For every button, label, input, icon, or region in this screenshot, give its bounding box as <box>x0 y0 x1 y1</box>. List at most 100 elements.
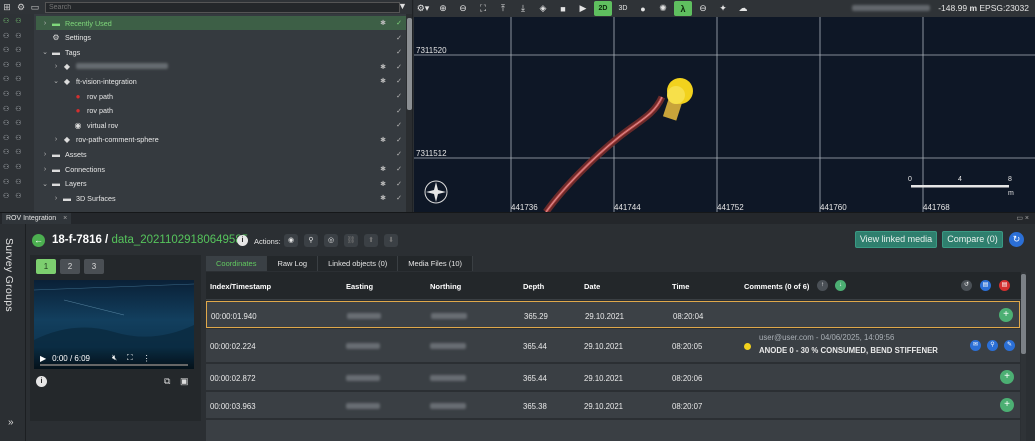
tree-row[interactable]: ◉ virtual rov ✓ <box>36 118 406 132</box>
chevron-icon[interactable]: › <box>40 151 50 158</box>
checkbox-icon[interactable]: ✓ <box>396 165 402 173</box>
tree-row[interactable]: ⌄ ▬ Tags ✓ <box>36 45 406 59</box>
close-icon[interactable]: × <box>63 215 67 222</box>
comment-reply-icon[interactable]: ✉ <box>970 340 981 351</box>
visibility-icon[interactable]: ⚇ ⚇ <box>3 105 33 115</box>
chevron-icon[interactable]: › <box>40 166 50 173</box>
zoom-in-icon[interactable]: ⊕ <box>434 1 452 16</box>
tab-linked-objects[interactable]: Linked objects (0) <box>318 256 399 271</box>
tree-row[interactable]: ⌄ ◆ ft-vision-integration ✱ ✓ <box>36 74 406 88</box>
tab-coordinates[interactable]: Coordinates <box>206 256 268 271</box>
add-comment-button[interactable]: + <box>1000 370 1014 384</box>
tree-scrollbar[interactable] <box>406 14 412 212</box>
survey-groups-sidebar[interactable]: Survey Groups » <box>0 224 26 441</box>
map-canvas[interactable]: 7311520 7311512 441736 441744 441752 441… <box>414 17 1035 212</box>
tab-media-files[interactable]: Media Files (10) <box>398 256 474 271</box>
search-input[interactable] <box>45 1 400 13</box>
add-comment-button[interactable]: + <box>999 308 1013 322</box>
video-tab-2[interactable]: 2 <box>60 259 80 274</box>
col-depth[interactable]: Depth <box>523 282 544 291</box>
layers-tree-icon[interactable]: ⊞ <box>0 0 14 14</box>
pin-icon[interactable]: ✱ <box>380 63 386 71</box>
tree-row[interactable]: › ◆ rov-path-comment-sphere ✱ ✓ <box>36 133 406 147</box>
checkbox-icon[interactable]: ✓ <box>396 194 402 202</box>
visibility-icon[interactable]: ⚇ ⚇ <box>3 192 33 202</box>
tree-row[interactable]: › ◆ ✱ ✓ <box>36 60 406 74</box>
chevron-icon[interactable]: › <box>51 63 61 70</box>
tree-row[interactable]: ⚙ Settings ✓ <box>36 31 406 45</box>
visibility-icon[interactable]: ⚇ ⚇ <box>3 119 33 129</box>
map-view[interactable]: ⚙▾ ⊕ ⊖ ⛶ ⤒ ⤓ ◈ ■ ▶ 2D 3D ● ✺ λ ⊖ ✦ ☁ -14… <box>414 0 1035 212</box>
checkbox-icon[interactable]: ✓ <box>396 150 402 158</box>
view-icon[interactable]: ◉ <box>284 234 298 247</box>
checkbox-icon[interactable]: ✓ <box>396 180 402 188</box>
mode-3d-button[interactable]: 3D <box>614 1 632 16</box>
tree-row[interactable]: › ▬ 3D Surfaces ✱ ✓ <box>36 191 406 205</box>
reset-icon[interactable]: ↺ <box>961 280 972 291</box>
tree-row[interactable]: ● rov path ✓ <box>36 104 406 118</box>
gear-icon[interactable]: ⚙ <box>14 0 28 14</box>
mode-2d-button[interactable]: 2D <box>594 1 612 16</box>
hide-icon[interactable]: ◎ <box>324 234 338 247</box>
refresh-icon[interactable]: ↻ <box>1009 232 1024 247</box>
table-row[interactable]: 00:00:01.940 365.29 29.10.2021 08:20:04 + <box>206 301 1020 328</box>
table-scrollbar[interactable] <box>1021 272 1026 441</box>
col-time[interactable]: Time <box>672 282 689 291</box>
pin-icon[interactable]: ✱ <box>380 136 386 144</box>
tree-row[interactable]: ⌄ ▬ Layers ✱ ✓ <box>36 177 406 191</box>
table-row[interactable] <box>206 420 1020 441</box>
visibility-icon[interactable]: ⚇ ⚇ <box>3 46 33 56</box>
checkbox-icon[interactable]: ✓ <box>396 136 402 144</box>
back-button[interactable]: ← <box>32 234 45 247</box>
tree-row[interactable]: › ▬ Recently Used ✱ ✓ <box>36 16 406 30</box>
video-tab-3[interactable]: 3 <box>84 259 104 274</box>
pin-icon[interactable]: ✱ <box>380 180 386 188</box>
tree-row[interactable]: › ▬ Connections ✱ ✓ <box>36 162 406 176</box>
upload-icon[interactable]: ⬆ <box>364 234 378 247</box>
video-tab-1[interactable]: 1 <box>36 259 56 274</box>
sort-up-icon[interactable]: ↑ <box>817 280 828 291</box>
checkbox-icon[interactable]: ✓ <box>396 121 402 129</box>
visibility-icon[interactable]: ⚇ ⚇ <box>3 134 33 144</box>
location-icon[interactable]: ⚲ <box>304 234 318 247</box>
video-player[interactable]: ▶ 0:00 / 6:09 🔇︎ ⛶ ⋮ <box>34 280 194 369</box>
video-progress[interactable] <box>40 364 188 366</box>
camera-icon[interactable]: ■ <box>554 1 572 16</box>
tree-scroll-thumb[interactable] <box>407 18 412 110</box>
col-date[interactable]: Date <box>584 282 600 291</box>
play-icon[interactable]: ▶ <box>574 1 592 16</box>
table-row[interactable]: 00:00:03.963 365.38 29.10.2021 08:20:07 + <box>206 392 1020 419</box>
settings-dropdown-icon[interactable]: ⚙▾ <box>414 1 432 16</box>
checkbox-icon[interactable]: ✓ <box>396 19 402 27</box>
record-icon[interactable]: ⊖ <box>694 1 712 16</box>
pin-icon[interactable]: ✱ <box>380 77 386 85</box>
table-scroll-thumb[interactable] <box>1021 274 1026 354</box>
raise-icon[interactable]: ⤒ <box>494 1 512 16</box>
tree-row[interactable]: › ▬ Assets ✓ <box>36 147 406 161</box>
visibility-icon[interactable]: ⚇ ⚇ <box>3 90 33 100</box>
pdf-icon[interactable]: ▤ <box>999 280 1010 291</box>
layers-icon[interactable]: ◈ <box>534 1 552 16</box>
chevron-icon[interactable]: › <box>51 136 61 143</box>
add-comment-button[interactable]: + <box>1000 398 1014 412</box>
lambda-button[interactable]: λ <box>674 1 692 16</box>
tab-raw-log[interactable]: Raw Log <box>267 256 319 271</box>
chevron-icon[interactable]: › <box>40 20 50 27</box>
volume-icon[interactable]: 🔇︎ <box>112 353 117 363</box>
chevron-icon[interactable]: ⌄ <box>40 48 50 56</box>
pin-icon[interactable]: ✱ <box>380 194 386 202</box>
window-restore-icon[interactable]: ▭ × <box>1016 214 1029 222</box>
checkbox-icon[interactable]: ✓ <box>396 48 402 56</box>
tree-row[interactable]: ● rov path ✓ <box>36 89 406 103</box>
document-icon[interactable]: ▤ <box>980 280 991 291</box>
visibility-icon[interactable]: ⚇ ⚇ <box>3 178 33 188</box>
weather-icon[interactable]: ☁ <box>734 1 752 16</box>
pin-icon[interactable]: ✱ <box>380 165 386 173</box>
table-row[interactable]: 00:00:02.224 365.44 29.10.2021 08:20:05 user… <box>206 329 1020 363</box>
sun-icon[interactable]: ✺ <box>654 1 672 16</box>
col-easting[interactable]: Easting <box>346 282 373 291</box>
info-icon[interactable]: i <box>237 235 248 246</box>
picture-in-picture-icon[interactable]: ▣ <box>180 376 189 387</box>
open-external-icon[interactable]: ⧉ <box>164 376 170 387</box>
light-icon[interactable]: ● <box>634 1 652 16</box>
